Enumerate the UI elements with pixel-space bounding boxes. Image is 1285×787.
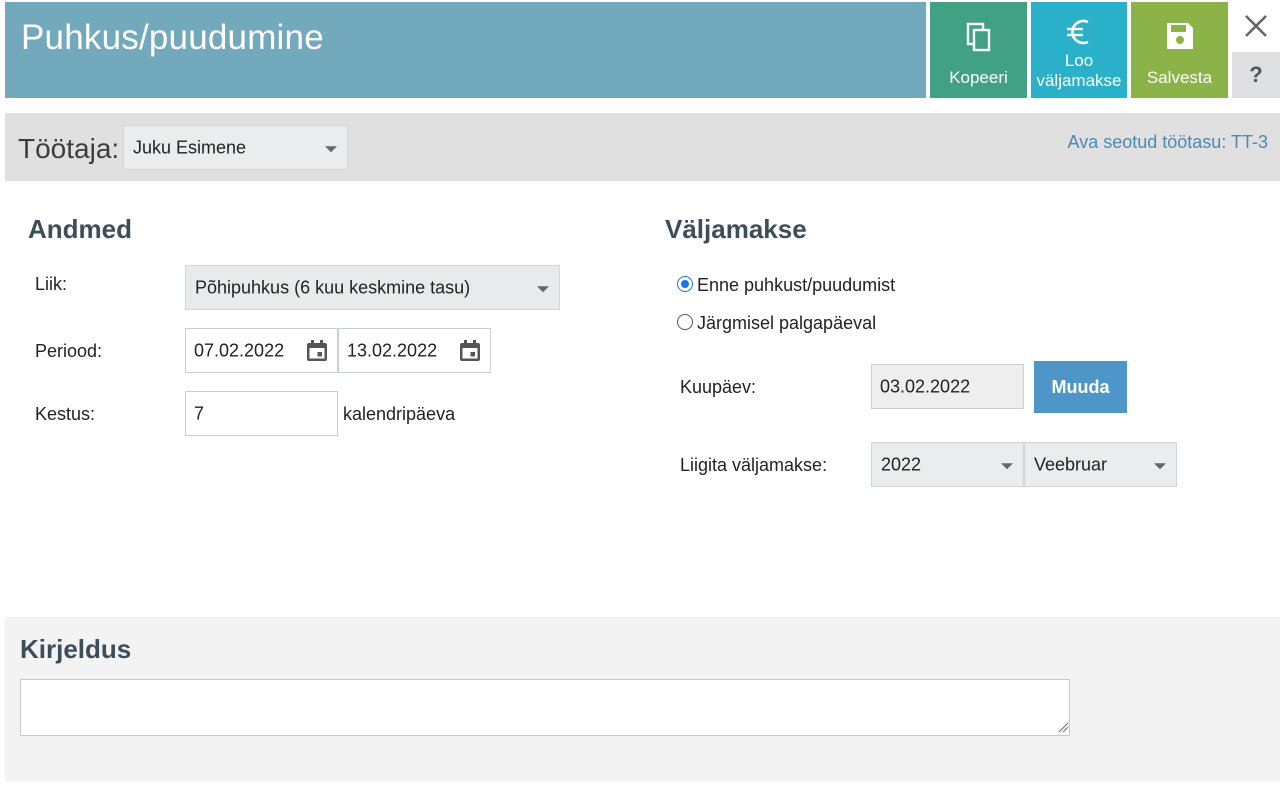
month-select-value: Veebruar [1034,454,1108,474]
description-panel: Kirjeldus [5,617,1280,781]
type-label: Liik: [35,274,68,294]
payout-date-field: 03.02.2022 [871,364,1024,409]
chevron-down-icon [325,145,337,152]
employee-bar: Töötaja: Juku Esimene Ava seotud töötasu… [5,113,1280,181]
payout-before-label: Enne puhkust/puudumist [697,275,896,295]
payout-date-value: 03.02.2022 [880,376,971,396]
leave-absence-dialog: Puhkus/puudumine Kopeeri Loo väljamakse … [0,0,1285,787]
payout-next-payday-label: Järgmisel palgapäeval [697,313,877,333]
dialog-header: Puhkus/puudumine [5,2,926,98]
page-title: Puhkus/puudumine [21,18,324,57]
duration-label: Kestus: [35,404,96,424]
description-title: Kirjeldus [20,634,132,664]
period-start-value: 07.02.2022 [194,340,285,360]
period-end-input[interactable]: 13.02.2022 [338,328,491,373]
description-textarea[interactable] [20,679,1070,736]
create-payout-label-line2: väljamakse [1036,71,1122,90]
radio-selected[interactable] [677,276,693,292]
calendar-icon[interactable] [305,339,329,363]
save-button-label: Salvesta [1146,68,1213,87]
create-payout-button[interactable]: Loo väljamakse [1031,2,1127,98]
create-payout-label-line1: Loo [1064,51,1094,70]
year-select[interactable]: 2022 [871,442,1024,487]
period-start-input[interactable]: 07.02.2022 [185,328,338,373]
radio-unselected[interactable] [677,314,693,330]
euro-icon [1067,19,1089,45]
period-end-value: 13.02.2022 [347,340,438,360]
chevron-down-icon [1154,462,1166,469]
help-button[interactable]: ? [1232,52,1280,98]
close-button[interactable] [1236,6,1276,46]
data-section-title: Andmed [28,214,132,244]
resize-grip-icon[interactable] [1057,721,1069,733]
chevron-down-icon [537,285,549,292]
save-icon [1166,23,1193,49]
change-date-button[interactable]: Muuda [1034,361,1127,413]
related-salary-link[interactable]: Ava seotud töötasu: TT-3 [1068,132,1268,153]
payout-next-payday-option[interactable]: Järgmisel palgapäeval [677,313,876,334]
copy-button-label: Kopeeri [949,68,1008,87]
copy-icon [966,22,990,52]
copy-button[interactable]: Kopeeri [930,2,1027,98]
chevron-down-icon [1001,462,1013,469]
payout-section-title: Väljamakse [665,214,807,244]
duration-input[interactable]: 7 [185,391,338,436]
date-label: Kuupäev: [680,377,757,397]
assign-payout-label: Liigita väljamakse: [680,455,828,475]
save-button[interactable]: Salvesta [1131,2,1228,98]
duration-value: 7 [194,403,205,423]
type-select[interactable]: Põhipuhkus (6 kuu keskmine tasu) [185,265,560,310]
employee-select-value: Juku Esimene [133,137,247,157]
year-select-value: 2022 [881,454,922,474]
close-icon [1245,15,1267,37]
month-select[interactable]: Veebruar [1024,442,1177,487]
type-select-value: Põhipuhkus (6 kuu keskmine tasu) [195,277,471,297]
calendar-icon[interactable] [458,339,482,363]
payout-before-option[interactable]: Enne puhkust/puudumist [677,275,895,296]
period-label: Periood: [35,341,103,361]
employee-label: Töötaja: [18,133,120,164]
duration-unit: kalendripäeva [343,404,456,424]
employee-select[interactable]: Juku Esimene [123,125,348,170]
